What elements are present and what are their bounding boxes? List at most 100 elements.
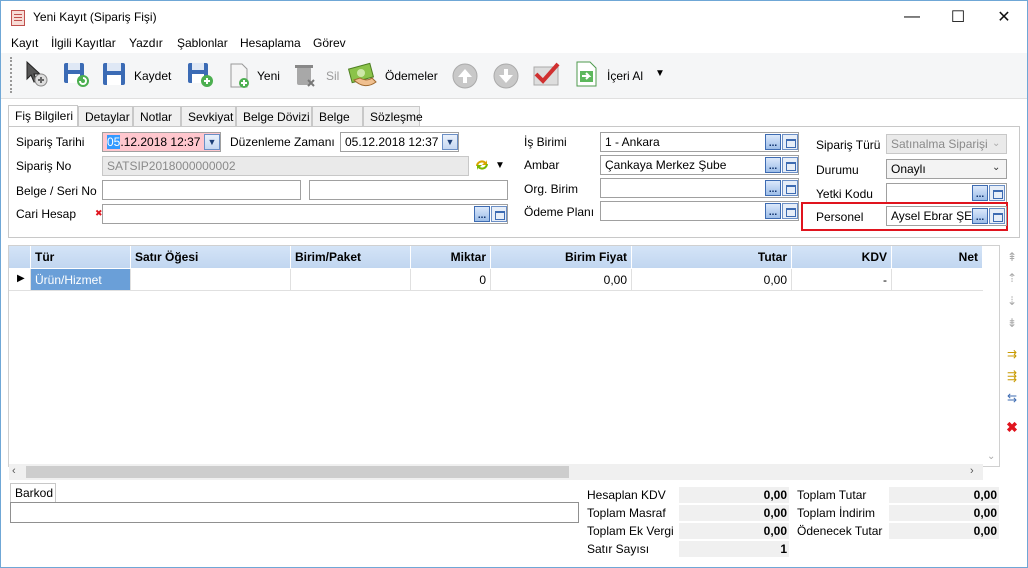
menu-hesaplama[interactable]: Hesaplama xyxy=(240,36,301,50)
tab-fis-bilgileri[interactable]: Fiş Bilgileri xyxy=(8,105,78,127)
insert-row-icon[interactable]: ⇉ xyxy=(1004,346,1020,362)
move-down-icon[interactable] xyxy=(491,61,521,91)
odeme-plani-lookup-icon[interactable]: ... xyxy=(765,203,781,219)
toplam-tutar-value: 0,00 xyxy=(889,487,999,503)
menu-sablonlar[interactable]: Şablonlar xyxy=(177,36,228,50)
toolbar-grip xyxy=(10,57,13,93)
menu-gorev[interactable]: Görev xyxy=(313,36,346,50)
barkod-tab[interactable]: Barkod xyxy=(10,483,56,502)
save-refresh-icon[interactable] xyxy=(61,59,91,89)
siparis-tarihi-dropdown-icon[interactable]: ▼ xyxy=(204,134,220,150)
personel-open-icon[interactable] xyxy=(989,208,1005,224)
payments-button[interactable]: Ödemeler xyxy=(385,69,438,83)
menu-yazdir[interactable]: Yazdır xyxy=(129,36,163,50)
tab-sozlesme[interactable]: Sözleşme xyxy=(363,106,423,127)
row-indicator-icon[interactable]: ▶ xyxy=(9,269,31,291)
personel-label: Personel xyxy=(816,210,864,224)
move-first-icon[interactable]: ⇞ xyxy=(1004,249,1020,265)
document-icon xyxy=(11,10,25,26)
tab-sevkiyat[interactable]: Sevkiyat xyxy=(181,106,236,127)
durumu-select[interactable]: Onaylı xyxy=(886,159,1007,179)
toplam-ek-vergi-value: 0,00 xyxy=(679,523,789,539)
payments-icon[interactable] xyxy=(347,58,378,88)
cell-birim-paket[interactable] xyxy=(291,269,411,291)
scroll-right-icon[interactable]: › xyxy=(970,465,974,477)
seri-no-field[interactable] xyxy=(309,180,508,200)
delete-row-icon[interactable]: ✖ xyxy=(1004,419,1020,435)
cari-lookup-icon[interactable]: ... xyxy=(474,206,490,222)
siparis-turu-select[interactable]: Satınalma Siparişi xyxy=(886,134,1007,154)
new-record-icon[interactable] xyxy=(21,59,51,89)
cari-open-icon[interactable] xyxy=(491,206,507,222)
trash-icon[interactable] xyxy=(291,61,321,91)
window-title: Yeni Kayıt (Sipariş Fişi) xyxy=(33,10,157,24)
copy-row-icon[interactable]: ⇶ xyxy=(1004,368,1020,384)
siparis-tarihi-selected: 05 xyxy=(107,135,121,149)
import-excel-icon[interactable] xyxy=(572,59,602,89)
is-birimi-lookup-icon[interactable]: ... xyxy=(765,134,781,150)
tab-detaylar[interactable]: Detaylar xyxy=(78,106,133,127)
scroll-left-icon[interactable]: ‹ xyxy=(12,465,16,477)
approve-icon[interactable] xyxy=(531,59,561,89)
col-miktar[interactable]: Miktar xyxy=(411,246,491,268)
cell-miktar[interactable]: 0 xyxy=(411,269,491,291)
barkod-input[interactable] xyxy=(10,502,579,523)
import-dropdown-icon[interactable]: ▼ xyxy=(655,68,665,79)
menu-kayit[interactable]: Kayıt xyxy=(11,36,38,50)
ambar-lookup-icon[interactable]: ... xyxy=(765,157,781,173)
cell-satir-ogesi[interactable] xyxy=(131,269,291,291)
import-button[interactable]: İçeri Al xyxy=(607,69,643,83)
col-tur[interactable]: Tür xyxy=(31,246,131,268)
col-satir-ogesi[interactable]: Satır Öğesi xyxy=(131,246,291,268)
maximize-button[interactable]: ☐ xyxy=(935,1,981,33)
tab-notlar[interactable]: Notlar xyxy=(133,106,181,127)
vscroll-down-icon[interactable]: ⌄ xyxy=(987,451,995,462)
col-kdv[interactable]: KDV xyxy=(792,246,892,268)
move-up-icon[interactable] xyxy=(450,61,480,91)
close-button[interactable]: ✕ xyxy=(981,1,1027,33)
new-button[interactable]: Yeni xyxy=(257,69,280,83)
org-birim-open-icon[interactable] xyxy=(782,180,798,196)
durumu-chevron-icon[interactable]: ⌄ xyxy=(992,162,1000,173)
belge-no-field[interactable] xyxy=(102,180,301,200)
tab-belge[interactable]: Belge xyxy=(312,106,363,127)
move-row-down-icon[interactable]: ⇣ xyxy=(1004,293,1020,309)
col-net[interactable]: Net xyxy=(892,246,983,268)
personel-lookup-icon[interactable]: ... xyxy=(972,208,988,224)
refresh-number-icon[interactable] xyxy=(474,157,490,173)
cell-birim-fiyat[interactable]: 0,00 xyxy=(491,269,632,291)
col-birim-fiyat[interactable]: Birim Fiyat xyxy=(491,246,632,268)
col-birim-paket[interactable]: Birim/Paket xyxy=(291,246,411,268)
new-document-icon[interactable] xyxy=(225,61,255,91)
col-tutar[interactable]: Tutar xyxy=(632,246,792,268)
minimize-button[interactable]: — xyxy=(889,1,935,33)
cari-hesap-label: Cari Hesap xyxy=(16,207,77,221)
toplam-tutar-label: Toplam Tutar xyxy=(797,488,867,502)
yetki-kodu-open-icon[interactable] xyxy=(989,185,1005,201)
yetki-kodu-lookup-icon[interactable]: ... xyxy=(972,185,988,201)
save-icon[interactable] xyxy=(100,59,130,89)
move-last-icon[interactable]: ⇟ xyxy=(1004,315,1020,331)
save-add-icon[interactable] xyxy=(185,59,215,89)
cell-kdv[interactable]: - xyxy=(792,269,892,291)
cell-tutar[interactable]: 0,00 xyxy=(632,269,792,291)
toplam-indirim-label: Toplam İndirim xyxy=(797,506,876,520)
siparis-turu-chevron-icon[interactable]: ⌄ xyxy=(992,138,1000,149)
number-options-dropdown-icon[interactable]: ▼ xyxy=(495,160,505,171)
cell-tur[interactable]: Ürün/Hizmet xyxy=(31,269,131,291)
org-birim-lookup-icon[interactable]: ... xyxy=(765,180,781,196)
cari-hesap-field[interactable] xyxy=(102,204,508,224)
move-row-up-icon[interactable]: ⇡ xyxy=(1004,270,1020,286)
grid-scroll-thumb[interactable] xyxy=(26,466,569,478)
save-button[interactable]: Kaydet xyxy=(134,69,171,83)
ambar-open-icon[interactable] xyxy=(782,157,798,173)
siparis-no-field[interactable]: SATSIP2018000000002 xyxy=(102,156,469,176)
delete-button[interactable]: Sil xyxy=(326,69,339,83)
tab-belge-dovizi[interactable]: Belge Dövizi xyxy=(236,106,312,127)
odeme-plani-open-icon[interactable] xyxy=(782,203,798,219)
duzenleme-dropdown-icon[interactable]: ▼ xyxy=(442,134,458,150)
split-row-icon[interactable]: ⇆ xyxy=(1004,390,1020,406)
cell-net[interactable] xyxy=(892,269,983,291)
menu-ilgili-kayitlar[interactable]: İlgili Kayıtlar xyxy=(51,36,116,50)
is-birimi-open-icon[interactable] xyxy=(782,134,798,150)
